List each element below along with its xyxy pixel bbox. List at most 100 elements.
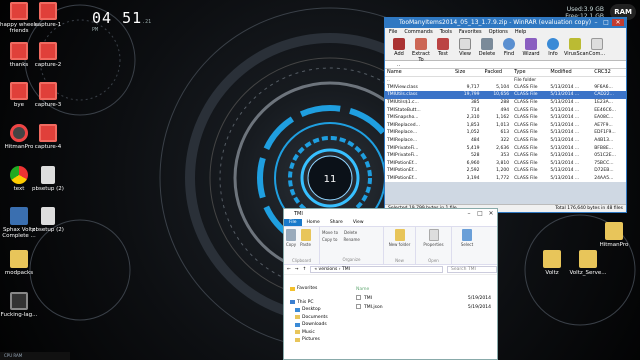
table-row[interactable]: TMIPotionEf... 3,194 1,772 CLASS File 5/13/2… [385, 175, 626, 183]
desktop-icon-capture-4[interactable]: capture-4 [26, 124, 70, 150]
comment-button[interactable]: Com... [586, 36, 608, 60]
new-folder-button[interactable]: New folder [386, 229, 413, 247]
cell-name: TMIUtils.class [385, 91, 453, 99]
virusscan-icon [569, 38, 581, 50]
search-input[interactable]: Search TMI [447, 266, 497, 273]
nav-item-downloads[interactable]: Downloads [290, 321, 354, 329]
col-type[interactable]: Type [512, 69, 549, 77]
desktop-icon-capture-3[interactable]: capture-3 [26, 82, 70, 108]
table-row[interactable]: TMIStateButt... 714 494 CLASS File 5/13/2014… [385, 106, 626, 114]
cell-type: File folder [514, 77, 537, 83]
cell-packed: 1,200 [496, 168, 510, 174]
menu-favorites[interactable]: Favorites [459, 28, 482, 36]
clock-ampm: PM [92, 27, 99, 33]
cell-size: 385 [470, 100, 480, 106]
back-icon[interactable]: ← [287, 267, 291, 272]
winrar-window[interactable]: TooManyItems2014_05_13_1.7.9.zip - WinRA… [384, 17, 627, 213]
delete-button[interactable]: Delete [476, 36, 498, 60]
table-row[interactable]: TMIReplace... 484 322 CLASS File 5/13/2014 .… [385, 137, 626, 145]
delete-button[interactable]: Delete [344, 229, 357, 236]
desktop-icon-pbsetup-2[interactable]: pbsetup (2) [26, 207, 70, 233]
col-modified[interactable]: Modified [548, 69, 593, 77]
desktop-icon-voltz-server[interactable]: Voltz_Serve... [566, 250, 610, 276]
table-row[interactable]: .. File folder [385, 76, 626, 84]
view-button[interactable]: View [454, 36, 476, 60]
test-button[interactable]: Test [432, 36, 454, 60]
table-row[interactable]: TMIView.class 9,717 5,104 CLASS File 5/13/20… [385, 84, 626, 92]
table-row[interactable]: TMISnapsho... 2,310 1,162 CLASS File 5/13/20… [385, 114, 626, 122]
nav-item-pictures[interactable]: Pictures [290, 336, 354, 344]
nav-item-documents[interactable]: Documents [290, 314, 354, 322]
tab-share[interactable]: Share [325, 219, 348, 226]
desktop-icon-fucking-lag[interactable]: Fucking-lag... [0, 292, 41, 318]
table-row[interactable]: TMIPotionEf... 6,960 3,810 CLASS File 5/13/2… [385, 160, 626, 168]
add-button[interactable]: Add [388, 36, 410, 60]
maximize-icon[interactable]: □ [602, 19, 610, 26]
maximize-icon[interactable]: □ [476, 210, 484, 217]
col-name[interactable]: Name [385, 69, 453, 77]
tab-home[interactable]: Home [302, 219, 325, 226]
menu-options[interactable]: Options [489, 28, 508, 36]
table-row[interactable]: TMIPrivateFi... 5,419 2,636 CLASS File 5/13/… [385, 144, 626, 152]
nav-item-desktop[interactable]: Desktop [290, 306, 354, 314]
wizard-button[interactable]: Wizard [520, 36, 542, 60]
winrar-titlebar[interactable]: TooManyItems2014_05_13_1.7.9.zip - WinRA… [385, 18, 626, 28]
table-row[interactable]: TMIPrivateFi... 528 353 CLASS File 5/13/2014… [385, 152, 626, 160]
cell-size: 2,310 [466, 115, 480, 121]
explorer-titlebar[interactable]: TMI – □ ✕ [284, 209, 497, 219]
cell-size: 19,799 [453, 91, 483, 99]
close-icon[interactable]: ✕ [487, 210, 495, 217]
explorer-window[interactable]: TMI – □ ✕ File Home Share View Copy Paste … [283, 208, 498, 360]
move-to-button[interactable]: Move to [322, 229, 338, 236]
desktop-icon-pbsetup[interactable]: pbsetup (2) [26, 166, 70, 192]
address-bar[interactable]: « versions › TMI [310, 266, 443, 273]
pictures-icon [295, 337, 300, 342]
menu-tools[interactable]: Tools [440, 28, 452, 36]
list-item[interactable]: TMI 5/19/2014 [356, 294, 497, 303]
desktop-icon-capture-1[interactable]: capture-1 [26, 2, 70, 28]
find-button[interactable]: Find [498, 36, 520, 60]
extract-to-button[interactable]: Extract To [410, 36, 432, 63]
list-item[interactable]: TMI.json 5/19/2014 [356, 303, 497, 312]
desktop-icon-capture-2[interactable]: capture-2 [26, 42, 70, 68]
info-button[interactable]: Info [542, 36, 564, 60]
cell-crc: 75BCC... [594, 160, 614, 166]
cell-name: TMIReplaced... [387, 122, 420, 128]
forward-icon[interactable]: → [295, 267, 299, 272]
select-button[interactable]: Select [454, 229, 480, 247]
tab-view[interactable]: View [348, 219, 369, 226]
col-packed[interactable]: Packed [482, 69, 513, 77]
tab-file[interactable]: File [284, 219, 302, 226]
table-row[interactable]: TMIUtils.class 19,799 10,656 CLASS File 5/13… [385, 91, 626, 99]
table-row[interactable]: TMIReplace... 1,052 613 CLASS File 5/13/2014… [385, 129, 626, 137]
virusscan-button[interactable]: VirusScan [564, 36, 589, 60]
nav-item-favorites[interactable]: Favorites [290, 285, 354, 293]
desktop-icon-hitmanpro-folder[interactable]: HitmanPro [592, 222, 636, 248]
copy-to-button[interactable]: Copy to [322, 236, 337, 243]
cell-packed: 322 [500, 138, 510, 144]
nav-item-this-pc[interactable]: This PC [290, 299, 354, 307]
table-row[interactable]: TMIUtils$1.c... 385 288 CLASS File 5/13/2014… [385, 99, 626, 107]
rename-button[interactable]: Rename [343, 236, 359, 243]
cell-modified: 5/13/2014 ... [550, 84, 580, 90]
minimize-icon[interactable]: – [465, 210, 473, 217]
cell-modified: 5/13/2014 ... [548, 91, 593, 99]
col-name-header[interactable]: Name [356, 285, 497, 294]
cell-name: TMIUtils$1.c... [387, 100, 419, 106]
menu-help[interactable]: Help [515, 28, 526, 36]
cell-type: CLASS File [514, 107, 538, 113]
up-icon[interactable]: ↑ [303, 267, 307, 272]
col-crc32[interactable]: CRC32 [592, 69, 626, 77]
properties-button[interactable]: Properties [418, 229, 449, 247]
table-row[interactable]: TMIReplaced... 1,853 1,013 CLASS File 5/13/2… [385, 122, 626, 130]
menu-commands[interactable]: Commands [404, 28, 432, 36]
cell-size: 2,592 [466, 168, 480, 174]
extract-icon [415, 38, 427, 50]
close-icon[interactable]: ✕ [612, 19, 624, 26]
col-size[interactable]: Size [453, 69, 483, 77]
minimize-icon[interactable]: – [592, 19, 600, 26]
nav-item-music[interactable]: Music [290, 329, 354, 337]
menu-file[interactable]: File [389, 28, 397, 36]
desktop-icon-modpacks[interactable]: modpacks [0, 250, 41, 276]
table-row[interactable]: TMIPotionEf... 2,592 1,200 CLASS File 5/13/2… [385, 167, 626, 175]
